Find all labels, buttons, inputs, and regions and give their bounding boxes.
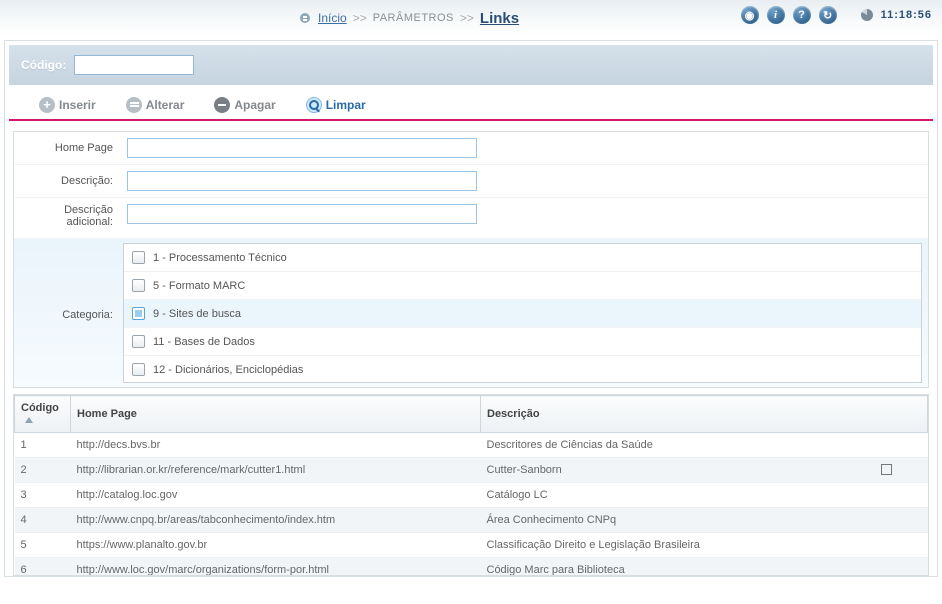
breadcrumb-current[interactable]: Links — [480, 10, 519, 27]
col-descricao[interactable]: Descrição — [481, 396, 928, 433]
clear-label: Limpar — [326, 98, 366, 112]
descricao-adicional-input[interactable] — [127, 204, 477, 224]
checkbox-icon[interactable] — [132, 307, 145, 320]
help-icon[interactable]: ? — [793, 6, 811, 24]
delete-label: Apagar — [234, 98, 275, 112]
toolbar-divider — [9, 119, 933, 121]
table-row[interactable]: 3http://catalog.loc.govCatálogo LC — [15, 483, 928, 508]
table-row[interactable]: 2http://librarian.or.kr/reference/mark/c… — [15, 458, 928, 483]
descricao-label: Descrição: — [14, 165, 119, 197]
codigo-label: Código: — [21, 58, 66, 72]
clock-icon — [861, 9, 873, 21]
col-codigo[interactable]: Código — [15, 396, 71, 433]
categoria-item-label: 5 - Formato MARC — [153, 280, 245, 292]
categoria-item-label: 11 - Bases de Dados — [153, 336, 255, 348]
row-selector-icon[interactable] — [881, 464, 892, 475]
cell-descricao: Classificação Direito e Legislação Brasi… — [481, 533, 928, 558]
form-row-homepage: Home Page — [14, 132, 928, 165]
categoria-item-label: 1 - Processamento Técnico — [153, 252, 287, 264]
info-icon[interactable]: i — [767, 6, 785, 24]
cell-descricao: Área Conhecimento CNPq — [481, 508, 928, 533]
table-row[interactable]: 5https://www.planalto.gov.brClassificaçã… — [15, 533, 928, 558]
categoria-item-label: 12 - Dicionários, Enciclopédias — [153, 364, 303, 376]
cell-descricao: Catálogo LC — [481, 483, 928, 508]
breadcrumb-sep: >> — [353, 11, 367, 25]
cell-codigo: 3 — [15, 483, 71, 508]
checkbox-icon[interactable] — [132, 251, 145, 264]
cell-codigo: 2 — [15, 458, 71, 483]
categoria-item[interactable]: 11 - Bases de Dados — [124, 328, 921, 356]
main-frame: Código: Inserir Alterar Apagar Limpar Ho… — [4, 40, 938, 577]
minus-icon — [214, 97, 230, 113]
cell-descricao: Descritores de Ciências da Saúde — [481, 433, 928, 458]
delete-button[interactable]: Apagar — [214, 97, 275, 113]
categoria-label: Categoria: — [14, 239, 119, 387]
clock-time: 11:18:56 — [881, 9, 932, 21]
cell-homepage: http://decs.bvs.br — [71, 433, 481, 458]
categoria-item[interactable]: 1 - Processamento Técnico — [124, 244, 921, 272]
cell-codigo: 1 — [15, 433, 71, 458]
codigo-bar: Código: — [9, 45, 933, 85]
descricao-input[interactable] — [127, 171, 477, 191]
breadcrumb-sep: >> — [460, 11, 474, 25]
form-row-descricao: Descrição: — [14, 165, 928, 198]
checkbox-icon[interactable] — [132, 335, 145, 348]
breadcrumb-home-link[interactable]: Início — [318, 11, 347, 25]
refresh-icon[interactable]: ↻ — [819, 6, 837, 24]
categoria-item[interactable]: 9 - Sites de busca — [124, 300, 921, 328]
cell-homepage: http://www.loc.gov/marc/organizations/fo… — [71, 558, 481, 576]
homepage-label: Home Page — [14, 132, 119, 164]
edit-icon — [126, 97, 142, 113]
checkbox-icon[interactable] — [132, 363, 145, 376]
table-row[interactable]: 6http://www.loc.gov/marc/organizations/f… — [15, 558, 928, 576]
links-table: Código Home Page Descrição 1http://decs.… — [14, 395, 928, 575]
cell-codigo: 6 — [15, 558, 71, 576]
breadcrumb: Início >> PARÂMETROS >> Links — [300, 10, 519, 27]
cell-homepage: https://www.planalto.gov.br — [71, 533, 481, 558]
table-row[interactable]: 1http://decs.bvs.brDescritores de Ciênci… — [15, 433, 928, 458]
top-right-tools: ◉ i ? ↻ 11:18:56 — [741, 6, 932, 24]
cell-codigo: 4 — [15, 508, 71, 533]
checkbox-icon[interactable] — [132, 279, 145, 292]
form-panel: Home Page Descrição: Descrição adicional… — [13, 131, 929, 388]
grid-panel: Código Home Page Descrição 1http://decs.… — [13, 394, 929, 576]
globe-icon[interactable]: ◉ — [741, 6, 759, 24]
cell-homepage: http://www.cnpq.br/areas/tabconhecimento… — [71, 508, 481, 533]
cell-descricao: Código Marc para Biblioteca — [481, 558, 928, 576]
categoria-list[interactable]: 1 - Processamento Técnico 5 - Formato MAR… — [123, 243, 922, 383]
sort-asc-icon — [25, 417, 33, 423]
grid-scroll[interactable]: Código Home Page Descrição 1http://decs.… — [14, 395, 928, 575]
form-row-categoria: Categoria: 1 - Processamento Técnico 5 - … — [14, 239, 928, 387]
insert-button[interactable]: Inserir — [39, 97, 96, 113]
insert-label: Inserir — [59, 98, 96, 112]
cell-descricao: Cutter-Sanborn — [481, 458, 928, 483]
home-icon — [300, 13, 310, 23]
categoria-item[interactable]: 5 - Formato MARC — [124, 272, 921, 300]
form-row-descricao-adicional: Descrição adicional: — [14, 198, 928, 239]
action-toolbar: Inserir Alterar Apagar Limpar — [9, 89, 933, 119]
cell-homepage: http://catalog.loc.gov — [71, 483, 481, 508]
edit-label: Alterar — [146, 98, 185, 112]
categoria-item-label: 9 - Sites de busca — [153, 308, 241, 320]
cell-codigo: 5 — [15, 533, 71, 558]
homepage-input[interactable] — [127, 138, 477, 158]
top-bar: Início >> PARÂMETROS >> Links ◉ i ? ↻ 11… — [0, 0, 942, 36]
magnifier-icon — [306, 97, 322, 113]
edit-button[interactable]: Alterar — [126, 97, 185, 113]
categoria-item[interactable]: 12 - Dicionários, Enciclopédias — [124, 356, 921, 383]
codigo-input[interactable] — [74, 55, 194, 75]
plus-icon — [39, 97, 55, 113]
cell-homepage: http://librarian.or.kr/reference/mark/cu… — [71, 458, 481, 483]
table-row[interactable]: 4http://www.cnpq.br/areas/tabconheciment… — [15, 508, 928, 533]
breadcrumb-section: PARÂMETROS — [373, 12, 454, 24]
clear-button[interactable]: Limpar — [306, 97, 366, 113]
descricao-adicional-label: Descrição adicional: — [14, 198, 119, 238]
col-homepage[interactable]: Home Page — [71, 396, 481, 433]
